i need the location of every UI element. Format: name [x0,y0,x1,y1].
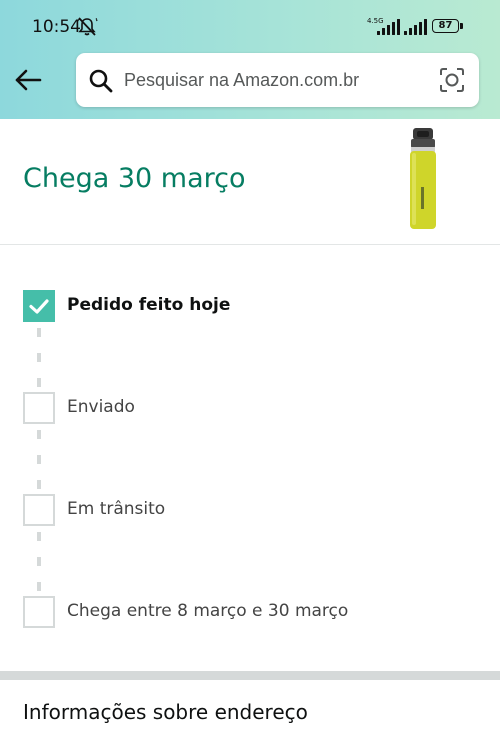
back-arrow-icon[interactable] [12,64,44,96]
search-icon [89,69,113,93]
signal-icon [377,19,401,35]
section-divider [0,244,500,245]
signal-icon [404,19,428,35]
camera-scan-icon[interactable] [439,67,465,93]
status-time: 10:54 [32,17,81,37]
step-label-shipped: Enviado [67,397,135,417]
mute-icon [76,17,98,36]
address-section-heading[interactable]: Informações sobre endereço [23,700,308,724]
app-header: 10:54 4.5G 87 [0,0,500,119]
step-label-arrival: Chega entre 8 março e 30 março [67,601,349,621]
product-image[interactable] [403,127,443,231]
step-checkbox-arrival [23,596,55,628]
timeline-dash [37,353,41,362]
battery-level: 87 [438,20,453,31]
battery-tip [460,23,463,29]
step-label-ordered: Pedido feito hoje [67,295,231,315]
timeline-dash [37,557,41,566]
timeline-dash [37,430,41,439]
step-checkbox-in-transit [23,494,55,526]
timeline-dash [37,328,41,337]
step-checkbox-shipped [23,392,55,424]
timeline-dash [37,480,41,489]
step-checkbox-ordered [23,290,55,322]
section-divider-thick [0,671,500,680]
timeline-dash [37,582,41,591]
timeline-dash [37,455,41,464]
timeline-dash [37,532,41,541]
timeline-dash [37,378,41,387]
checkmark-icon [29,299,49,314]
step-label-in-transit: Em trânsito [67,499,166,519]
delivery-date-title: Chega 30 março [23,163,246,194]
search-input[interactable] [124,53,424,107]
search-bar[interactable] [76,53,479,107]
battery-icon: 87 [432,19,459,33]
